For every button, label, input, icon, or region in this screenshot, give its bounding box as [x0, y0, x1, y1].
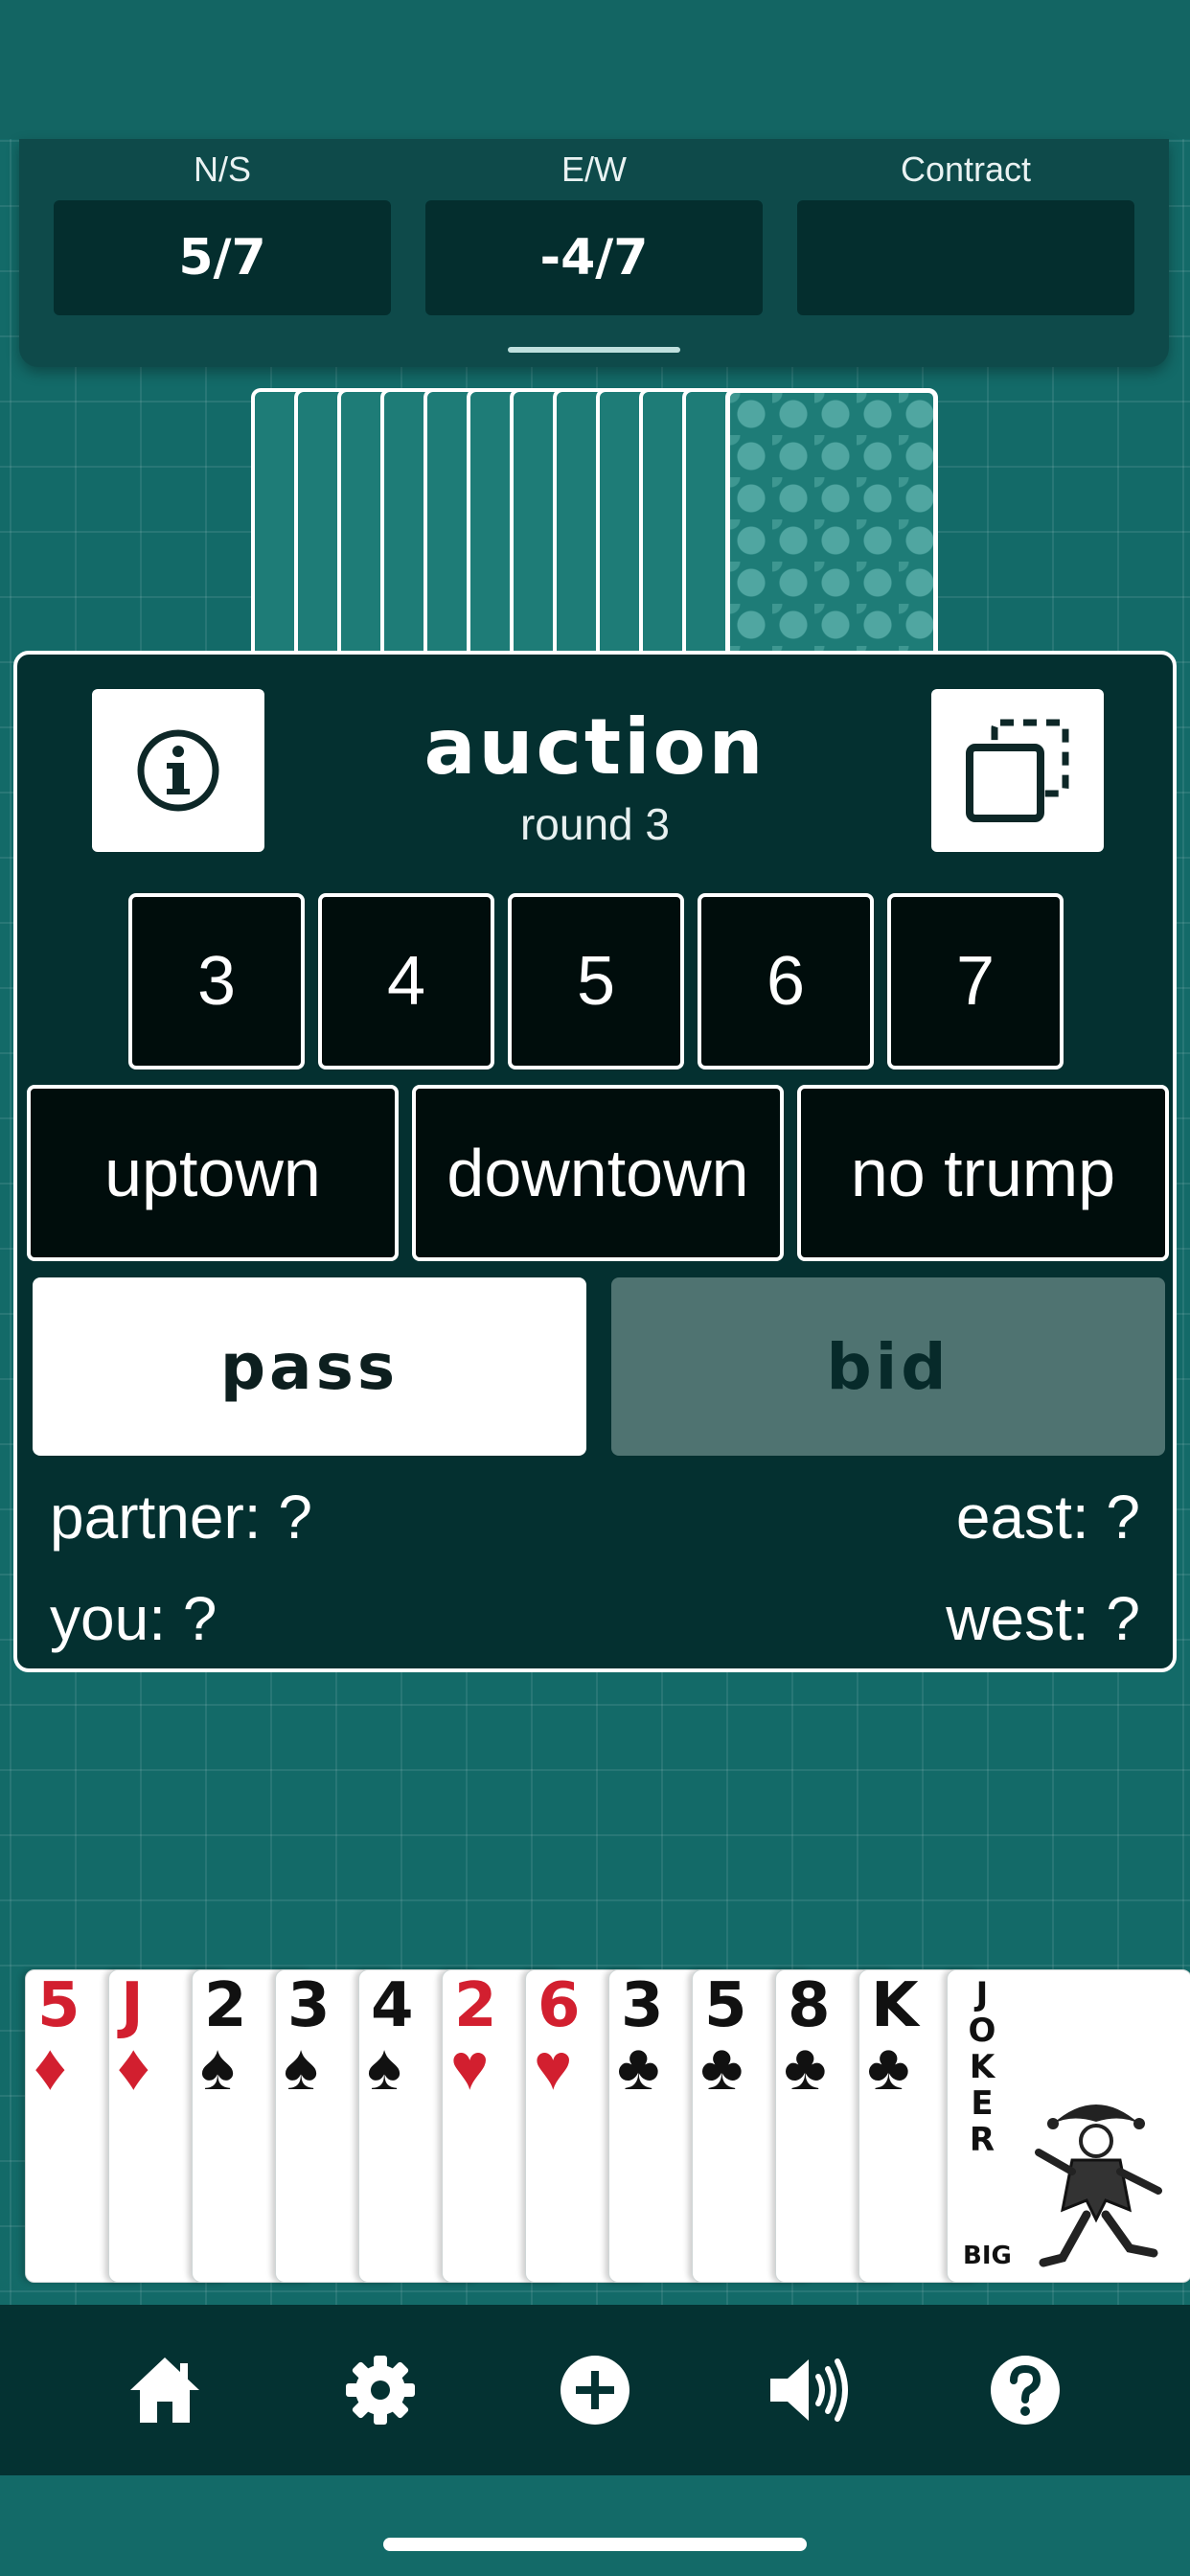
spade-icon: ♠ — [284, 2031, 319, 2104]
west-status: west: ? — [946, 1584, 1140, 1653]
contract-label: Contract — [900, 150, 1032, 189]
help-icon — [990, 2356, 1060, 2425]
card-rank: 3 — [287, 1970, 331, 2041]
help-button[interactable] — [977, 2342, 1073, 2438]
card-rank: 2 — [204, 1970, 247, 2041]
partner-status: partner: ? — [50, 1483, 312, 1552]
card-rank: 6 — [538, 1970, 581, 2041]
contract-score: Contract — [797, 139, 1134, 315]
copy-icon — [966, 719, 1069, 822]
card-rank: 5 — [704, 1970, 747, 2041]
card-rank: 2 — [454, 1970, 497, 2041]
bid-7-button[interactable]: 7 — [887, 893, 1064, 1070]
home-button[interactable] — [117, 2342, 213, 2438]
bottom-nav — [0, 2305, 1190, 2475]
bid-3-button[interactable]: 3 — [128, 893, 305, 1070]
sound-button[interactable] — [762, 2342, 858, 2438]
bid-6-button[interactable]: 6 — [698, 893, 874, 1070]
new-game-button[interactable] — [547, 2342, 643, 2438]
card-big-joker[interactable]: JOKER BIG — [947, 1969, 1190, 2283]
home-indicator[interactable] — [383, 2538, 807, 2551]
pass-button[interactable]: pass — [33, 1277, 586, 1456]
heart-icon: ♥ — [450, 2031, 490, 2104]
panel-drag-handle[interactable] — [508, 347, 680, 353]
copy-button[interactable] — [931, 689, 1104, 852]
ew-score: E/W -4/7 — [425, 139, 763, 315]
club-icon: ♣ — [784, 2031, 827, 2104]
you-status: you: ? — [50, 1584, 217, 1653]
score-panel: N/S 5/7 E/W -4/7 Contract — [19, 139, 1169, 367]
speaker-icon — [770, 2358, 849, 2422]
club-icon: ♣ — [617, 2031, 660, 2104]
downtown-button[interactable]: downtown — [412, 1085, 784, 1261]
home-indicator-area — [0, 2475, 1190, 2576]
card-rank: 3 — [621, 1970, 664, 2041]
east-status: east: ? — [955, 1483, 1140, 1552]
jester-icon — [1035, 2104, 1162, 2267]
bid-button[interactable]: bid — [611, 1277, 1165, 1456]
auction-panel: auction round 3 3 4 5 6 7 uptown downtow… — [13, 651, 1177, 1672]
contract-value — [797, 200, 1134, 315]
ns-value: 5/7 — [54, 200, 391, 315]
uptown-button[interactable]: uptown — [27, 1085, 399, 1261]
heart-icon: ♥ — [534, 2031, 573, 2104]
club-icon: ♣ — [700, 2031, 744, 2104]
ns-label: N/S — [193, 150, 251, 189]
plus-circle-icon — [560, 2356, 629, 2425]
player-hand: 5 ♦ J ♦ 2 ♠ 3 ♠ 4 ♠ 2 ♥ 6 ♥ 3 ♣ 5 ♣ 8 ♣ … — [25, 1969, 1190, 2283]
club-icon: ♣ — [867, 2031, 910, 2104]
status-bar — [0, 0, 1190, 139]
ns-score: N/S 5/7 — [54, 139, 391, 315]
ew-label: E/W — [561, 150, 627, 189]
card-rank: 4 — [371, 1970, 414, 2041]
joker-size: BIG — [963, 2242, 1012, 2270]
settings-button[interactable] — [332, 2342, 428, 2438]
no-trump-button[interactable]: no trump — [797, 1085, 1169, 1261]
home-icon — [130, 2358, 200, 2423]
diamond-icon: ♦ — [117, 2031, 150, 2104]
diamond-icon: ♦ — [34, 2031, 67, 2104]
card-back-icon — [725, 388, 938, 661]
bid-4-button[interactable]: 4 — [318, 893, 494, 1070]
gear-icon — [345, 2356, 415, 2425]
card-rank: J — [121, 1970, 144, 2041]
card-rank: 5 — [37, 1970, 80, 2041]
card-rank: K — [871, 1970, 919, 2041]
joker-label: JOKER — [968, 1975, 996, 2159]
card-rank: 8 — [788, 1970, 831, 2041]
bid-5-button[interactable]: 5 — [508, 893, 684, 1070]
spade-icon: ♠ — [200, 2031, 236, 2104]
spade-icon: ♠ — [367, 2031, 402, 2104]
partner-hand — [251, 388, 941, 661]
ew-value: -4/7 — [425, 200, 763, 315]
